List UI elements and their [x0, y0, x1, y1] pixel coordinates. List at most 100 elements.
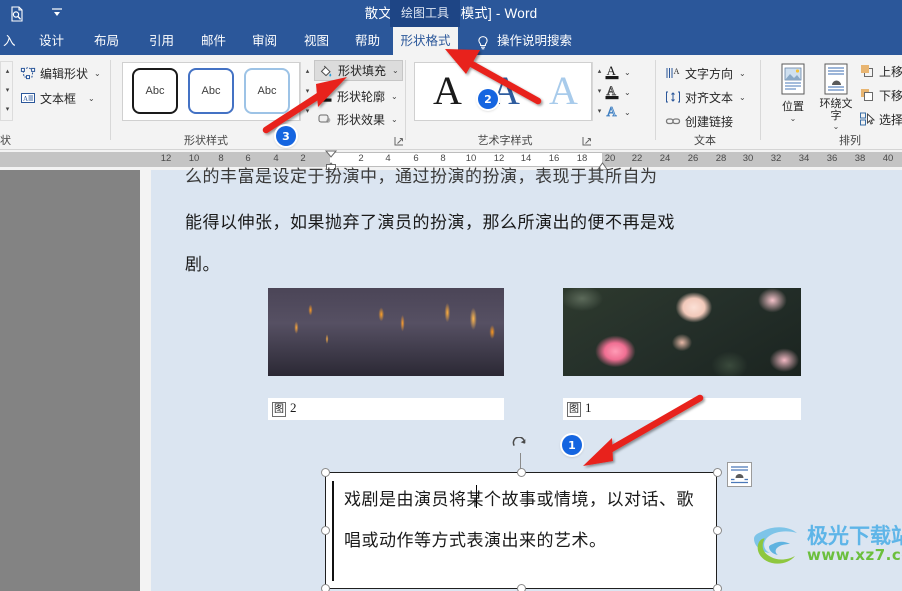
- wordart-gallery[interactable]: A A A: [414, 62, 592, 121]
- group-divider: [110, 60, 111, 140]
- chevron-down-icon[interactable]: ⌄: [88, 94, 95, 103]
- align-text-icon: [665, 89, 681, 105]
- shape-fill-label: 形状填充: [338, 64, 387, 78]
- resize-handle-e[interactable]: [713, 526, 722, 535]
- figure-number: 1: [585, 400, 592, 415]
- chevron-down-icon[interactable]: ⌄: [739, 93, 746, 102]
- step-marker-3: 3: [276, 126, 296, 146]
- print-preview-icon[interactable]: [8, 5, 26, 23]
- text-cursor: [476, 485, 477, 508]
- group-shape-fill-column: 形状填充 ⌄ 形状轮廓 ⌄ 形状效果 ⌄: [310, 55, 405, 150]
- text-box-command[interactable]: A 文本框 ⌄: [18, 88, 97, 108]
- group-arrange-label: 排列: [839, 135, 861, 147]
- tab-review[interactable]: 审阅: [243, 27, 286, 55]
- text-direction-button[interactable]: A 文字方向 ⌄: [663, 63, 748, 83]
- shapes-scroll-down-button[interactable]: ▾: [1, 82, 14, 97]
- figure-tag: 图: [567, 401, 581, 417]
- shape-fill-button[interactable]: 形状填充 ⌄: [314, 60, 403, 81]
- figure-2-image[interactable]: [268, 288, 504, 376]
- edit-shape-command[interactable]: 编辑形状 ⌄: [18, 63, 103, 83]
- shapes-more-button[interactable]: ▾: [1, 101, 14, 116]
- shapes-scroll-up-button[interactable]: ▴: [1, 63, 14, 78]
- resize-handle-n[interactable]: [517, 468, 526, 477]
- wrap-text-button[interactable]: 环绕文字 ⌄: [815, 63, 857, 131]
- selection-pane-button[interactable]: 选择窗: [857, 109, 902, 129]
- align-text-label: 对齐文本: [685, 90, 734, 105]
- chevron-down-icon[interactable]: ⌄: [624, 108, 631, 117]
- resize-handle-s[interactable]: [517, 584, 526, 591]
- pink-roses-photo: [563, 288, 801, 376]
- shape-fill-icon: [318, 63, 334, 79]
- resize-handle-se[interactable]: [713, 584, 722, 591]
- position-button[interactable]: 位置 ⌄: [771, 63, 815, 123]
- create-link-button[interactable]: 创建链接: [663, 111, 735, 131]
- text-effects-button[interactable]: A ⌄: [604, 102, 654, 122]
- tab-shape-format[interactable]: 形状格式: [393, 27, 458, 55]
- insert-shapes-gallery-scroll[interactable]: ▴ ▾ ▾: [0, 61, 13, 121]
- tab-references[interactable]: 引用: [140, 27, 183, 55]
- figure-1-caption[interactable]: 图1: [563, 398, 801, 420]
- shape-style-3[interactable]: Abc: [244, 68, 290, 114]
- document-area[interactable]: 么的丰富是设定于扮演中，通过扮演的扮演，表现于其所自为 能得以伸张，如果抛弃了演…: [0, 167, 902, 591]
- wordart-dialog-launcher[interactable]: [581, 135, 593, 147]
- chevron-down-icon[interactable]: ⌄: [391, 92, 398, 101]
- edit-shape-icon: [20, 65, 36, 81]
- chevron-down-icon[interactable]: ⌄: [391, 115, 398, 124]
- wordart-style-3[interactable]: A: [549, 71, 578, 111]
- text-fill-button[interactable]: A ⌄: [604, 62, 654, 82]
- figure-2-caption[interactable]: 图2: [268, 398, 504, 420]
- shape-effects-icon: [317, 111, 333, 127]
- chevron-down-icon[interactable]: ⌄: [392, 66, 399, 75]
- word-window: 散文.docx [兼容模式] - Word 绘图工具 入 设计: [0, 0, 902, 591]
- vertical-ruler[interactable]: [140, 170, 151, 591]
- tab-view[interactable]: 视图: [295, 27, 338, 55]
- chevron-down-icon[interactable]: ⌄: [624, 68, 631, 77]
- group-text: A 文字方向 ⌄ 对齐文本 ⌄ 创建链接 文本: [660, 55, 760, 150]
- wrap-text-icon: [821, 63, 851, 98]
- align-text-button[interactable]: 对齐文本 ⌄: [663, 87, 748, 107]
- chevron-down-icon[interactable]: ⌄: [739, 69, 746, 78]
- resize-handle-w[interactable]: [321, 526, 330, 535]
- quick-access-toolbar[interactable]: [0, 0, 68, 27]
- resize-handle-sw[interactable]: [321, 584, 330, 591]
- group-insert-shapes-label: 状: [0, 135, 11, 147]
- shape-style-1[interactable]: Abc: [132, 68, 178, 114]
- wordart-style-1[interactable]: A: [433, 71, 462, 111]
- svg-text:A: A: [674, 67, 680, 76]
- shape-effects-button[interactable]: 形状效果 ⌄: [315, 109, 400, 129]
- text-box-shape[interactable]: 戏剧是由演员将某个故事或情境，以对话、歌 唱或动作等方式表演出来的艺术。: [325, 472, 717, 589]
- text-outline-button[interactable]: A ⌄: [604, 82, 654, 102]
- layout-options-button[interactable]: [727, 462, 752, 487]
- create-link-label: 创建链接: [685, 114, 734, 129]
- document-page[interactable]: 么的丰富是设定于扮演中，通过扮演的扮演，表现于其所自为 能得以伸张，如果抛弃了演…: [151, 167, 902, 591]
- chevron-down-icon[interactable]: ⌄: [815, 122, 857, 131]
- chevron-down-icon[interactable]: ⌄: [94, 69, 101, 78]
- group-divider: [655, 60, 656, 140]
- shape-column-dialog-launcher[interactable]: [393, 135, 405, 147]
- tell-me-label: 操作说明搜索: [497, 34, 573, 48]
- aurora-swoosh-logo: [754, 527, 797, 564]
- shape-outline-icon: [317, 88, 333, 104]
- shape-outline-button[interactable]: 形状轮廓 ⌄: [315, 86, 400, 106]
- shape-effects-label: 形状效果: [337, 112, 386, 127]
- send-backward-button[interactable]: 下移一: [857, 85, 902, 105]
- bring-forward-button[interactable]: 上移一: [857, 61, 902, 81]
- tab-design[interactable]: 设计: [30, 27, 73, 55]
- tab-layout[interactable]: 布局: [85, 27, 128, 55]
- customize-qat-icon[interactable]: [50, 5, 68, 23]
- wrap-text-label: 环绕文字: [819, 98, 853, 122]
- resize-handle-ne[interactable]: [713, 468, 722, 477]
- tell-me-box[interactable]: 操作说明搜索: [476, 27, 572, 55]
- tab-insert[interactable]: 入: [0, 27, 25, 55]
- shape-styles-gallery[interactable]: Abc Abc Abc: [122, 62, 300, 121]
- resize-handle-nw[interactable]: [321, 468, 330, 477]
- tab-mailings[interactable]: 邮件: [192, 27, 235, 55]
- shape-style-2[interactable]: Abc: [188, 68, 234, 114]
- chevron-down-icon[interactable]: ⌄: [624, 88, 631, 97]
- figure-1-image[interactable]: [563, 288, 801, 376]
- title-bar: 散文.docx [兼容模式] - Word 绘图工具: [0, 0, 902, 27]
- rotate-icon[interactable]: [511, 436, 528, 454]
- chevron-down-icon[interactable]: ⌄: [771, 114, 815, 123]
- tab-help[interactable]: 帮助: [346, 27, 389, 55]
- group-shape-styles-label: 形状样式: [184, 135, 228, 147]
